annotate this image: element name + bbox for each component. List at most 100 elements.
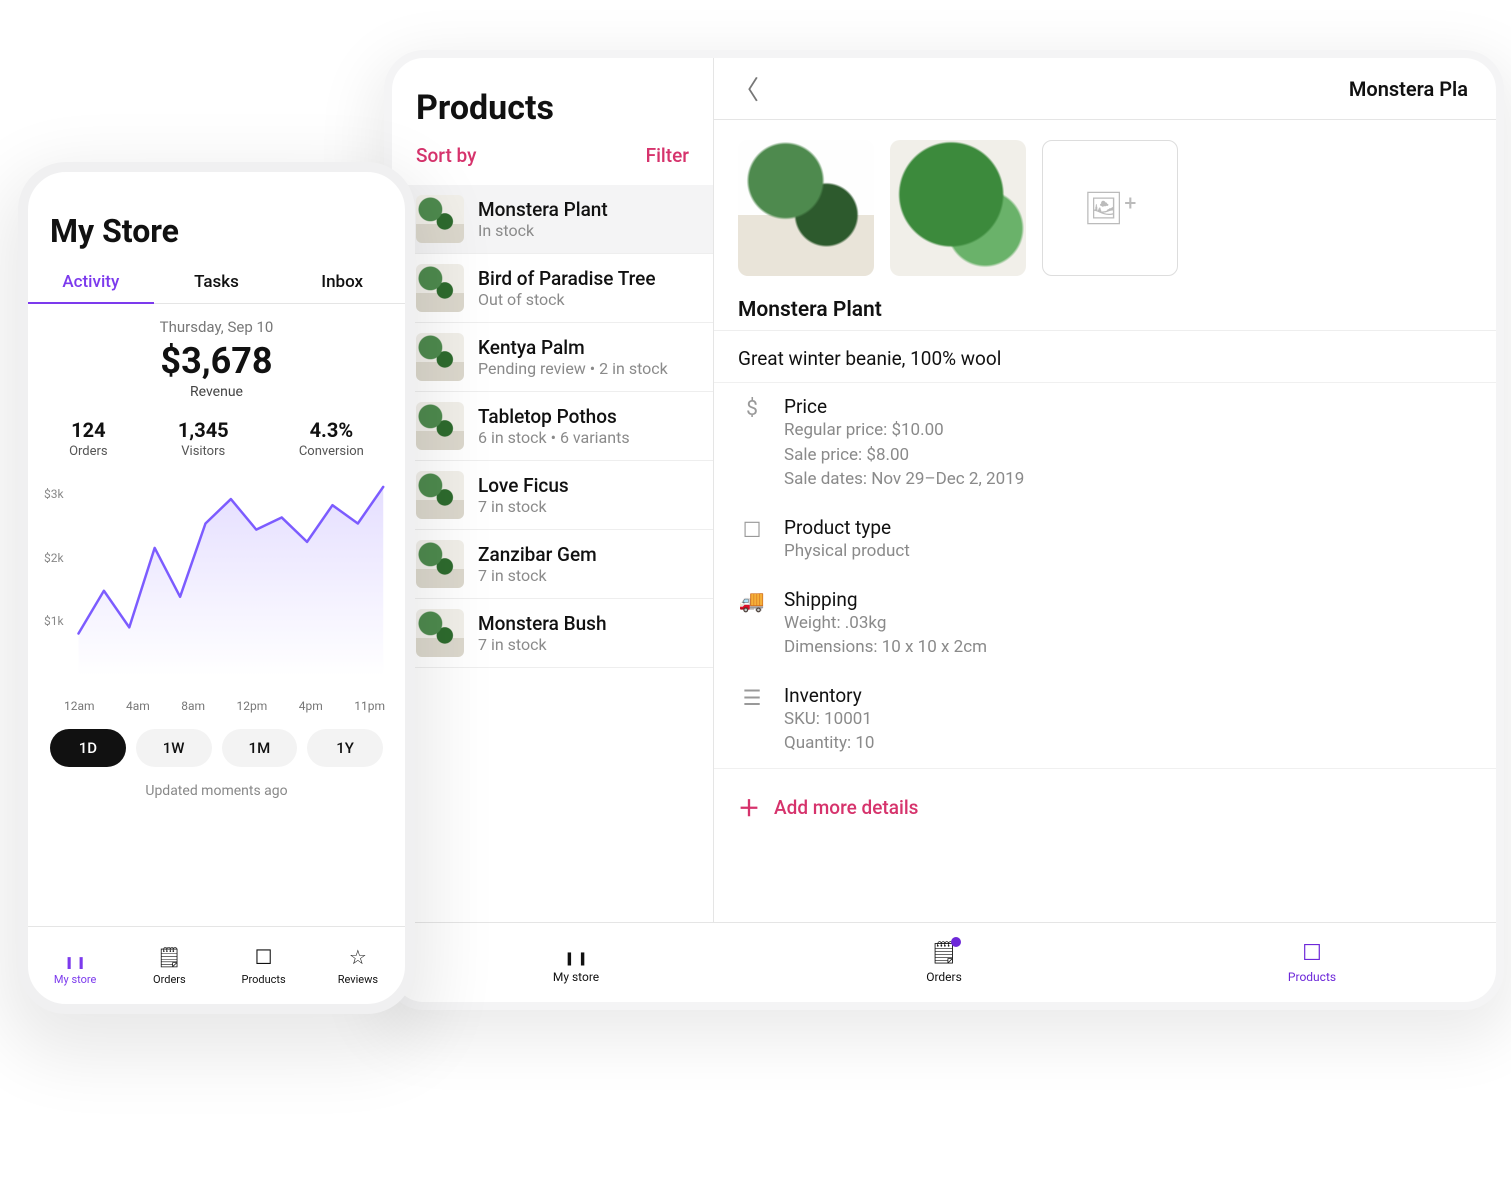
sort-button[interactable]: Sort by	[416, 144, 476, 167]
tablet-device: Products Sort by Filter Monstera PlantIn…	[384, 50, 1504, 1010]
chart-svg	[44, 475, 389, 686]
product-row-name: Zanzibar Gem	[478, 543, 597, 566]
kpi-value: 1,345	[178, 418, 229, 442]
attr-shipping-line-0: Weight: .03kg	[784, 611, 987, 636]
tabbar-my-store[interactable]: ╻╻My store	[28, 927, 122, 1004]
attr-price-line-0: Regular price: $10.00	[784, 418, 1024, 443]
chart-xlabel: 4am	[126, 699, 150, 713]
range-1m[interactable]: 1M	[222, 729, 298, 767]
product-row-status: 7 in stock	[478, 497, 569, 516]
kpi-label: Visitors	[178, 444, 229, 459]
kpi-orders: 124 Orders	[69, 418, 108, 459]
tabbar-label: Orders	[926, 970, 962, 984]
add-more-details-button[interactable]: ＋ Add more details	[714, 768, 1496, 837]
filter-button[interactable]: Filter	[646, 144, 689, 167]
tablet-tabbar: ╻╻ My store 🗒Orders ☐ Products	[392, 922, 1496, 1002]
chart-x-labels: 12am4am8am12pm4pm11pm	[28, 695, 405, 719]
kpi-value: 124	[69, 418, 108, 442]
product-list-pane: Products Sort by Filter Monstera PlantIn…	[392, 58, 714, 922]
kpi-row: 124 Orders 1,345 Visitors 4.3%Conversion	[28, 402, 405, 467]
product-row-name: Monstera Plant	[478, 198, 608, 221]
tabbar-label: My store	[54, 973, 96, 986]
tabbar-label: Products	[1288, 970, 1336, 984]
product-row-name: Kentya Palm	[478, 336, 668, 359]
detail-header-title: Monstera Pla	[766, 77, 1472, 101]
product-list[interactable]: Monstera PlantIn stockBird of Paradise T…	[392, 185, 713, 922]
chart-xlabel: 12pm	[237, 699, 268, 713]
product-row[interactable]: Monstera Bush7 in stock	[392, 599, 713, 668]
product-row-name: Monstera Bush	[478, 612, 607, 635]
tabbar-label: My store	[553, 970, 599, 984]
product-row[interactable]: Love Ficus7 in stock	[392, 461, 713, 530]
tab-inbox[interactable]: Inbox	[279, 258, 405, 303]
tablet-app: Products Sort by Filter Monstera PlantIn…	[392, 58, 1496, 1002]
gallery-image-1[interactable]	[738, 140, 874, 276]
product-thumb	[416, 471, 464, 519]
gallery-image-2[interactable]	[890, 140, 1026, 276]
tabbar-label: Orders	[153, 973, 186, 986]
product-row-name: Tabletop Pothos	[478, 405, 630, 428]
summary-date: Thursday, Sep 10	[28, 318, 405, 336]
attr-shipping-heading: Shipping	[784, 588, 987, 611]
product-attributes: $ Price Regular price: $10.00 Sale price…	[714, 382, 1496, 768]
product-row-status: Pending review • 2 in stock	[478, 359, 668, 378]
box-icon: ☐	[1302, 941, 1322, 966]
attr-price[interactable]: $ Price Regular price: $10.00 Sale price…	[714, 383, 1496, 504]
summary-label: Revenue	[28, 384, 405, 400]
product-thumb	[416, 402, 464, 450]
tablet-body: Products Sort by Filter Monstera PlantIn…	[392, 58, 1496, 922]
add-more-details-label: Add more details	[774, 796, 918, 819]
detail-header: 〈 Monstera Pla	[714, 58, 1496, 120]
tabbar-reviews[interactable]: ☆Reviews	[311, 927, 405, 1004]
chart-xlabel: 12am	[64, 699, 95, 713]
note-icon: 🗒	[157, 945, 182, 969]
chart-xlabel: 11pm	[354, 699, 385, 713]
dollar-icon: $	[746, 397, 758, 421]
bars-icon: ╻╻	[563, 941, 590, 966]
kpi-conversion: 4.3%Conversion	[299, 418, 364, 459]
tabbar-products[interactable]: ☐Products	[217, 927, 311, 1004]
tabbar-orders[interactable]: 🗒 Orders	[122, 927, 216, 1004]
product-row-status: 6 in stock • 6 variants	[478, 428, 630, 447]
updated-text: Updated moments ago	[28, 773, 405, 805]
top-tabs: ActivityTasksInbox	[28, 258, 405, 304]
archive-icon: ☐	[743, 518, 762, 543]
range-1d[interactable]: 1D	[50, 729, 126, 767]
product-thumb	[416, 264, 464, 312]
attr-inventory-heading: Inventory	[784, 684, 874, 707]
attr-product-type[interactable]: ☐ Product type Physical product	[714, 504, 1496, 576]
product-row[interactable]: Tabletop Pothos6 in stock • 6 variants	[392, 392, 713, 461]
phone-tabbar: ╻╻My store 🗒 Orders ☐Products☆Reviews	[28, 926, 405, 1004]
tabbar-label: Products	[242, 973, 286, 986]
kpi-label: Orders	[69, 444, 108, 459]
product-row-status: 7 in stock	[478, 635, 607, 654]
revenue-chart[interactable]: $1k$2k$3k	[44, 475, 389, 695]
range-1y[interactable]: 1Y	[307, 729, 383, 767]
summary-value: $3,678	[28, 340, 405, 382]
attr-inventory[interactable]: ☰ Inventory SKU: 10001 Quantity: 10	[714, 672, 1496, 768]
tab-tasks[interactable]: Tasks	[154, 258, 280, 303]
tab-activity[interactable]: Activity	[28, 258, 154, 304]
attr-price-heading: Price	[784, 395, 1024, 418]
revenue-summary: Thursday, Sep 10 $3,678 Revenue	[28, 304, 405, 402]
product-row-status: 7 in stock	[478, 566, 597, 585]
product-row[interactable]: Bird of Paradise TreeOut of stock	[392, 254, 713, 323]
product-thumb	[416, 609, 464, 657]
plus-icon: ＋	[738, 791, 760, 823]
product-detail-pane: 〈 Monstera Pla 🖼⁺ Monstera Plant Great w…	[714, 58, 1496, 922]
tabbar-my-store[interactable]: ╻╻ My store	[392, 923, 760, 1002]
range-selector: 1D 1W 1M1Y	[28, 719, 405, 773]
back-button[interactable]: 〈	[726, 70, 766, 107]
product-row[interactable]: Kentya PalmPending review • 2 in stock	[392, 323, 713, 392]
tabbar-products[interactable]: ☐ Products	[1128, 923, 1496, 1002]
tabbar-orders[interactable]: 🗒Orders	[760, 923, 1128, 1002]
product-row-status: In stock	[478, 221, 608, 240]
attr-shipping[interactable]: 🚚 Shipping Weight: .03kg Dimensions: 10 …	[714, 576, 1496, 672]
add-image-button[interactable]: 🖼⁺	[1042, 140, 1178, 276]
product-row[interactable]: Monstera PlantIn stock	[392, 185, 713, 254]
range-1w[interactable]: 1W	[136, 729, 212, 767]
attr-price-line-1: Sale price: $8.00	[784, 443, 1024, 468]
product-row-status: Out of stock	[478, 290, 656, 309]
product-row[interactable]: Zanzibar Gem7 in stock	[392, 530, 713, 599]
chart-ylabel: $2k	[44, 551, 64, 565]
